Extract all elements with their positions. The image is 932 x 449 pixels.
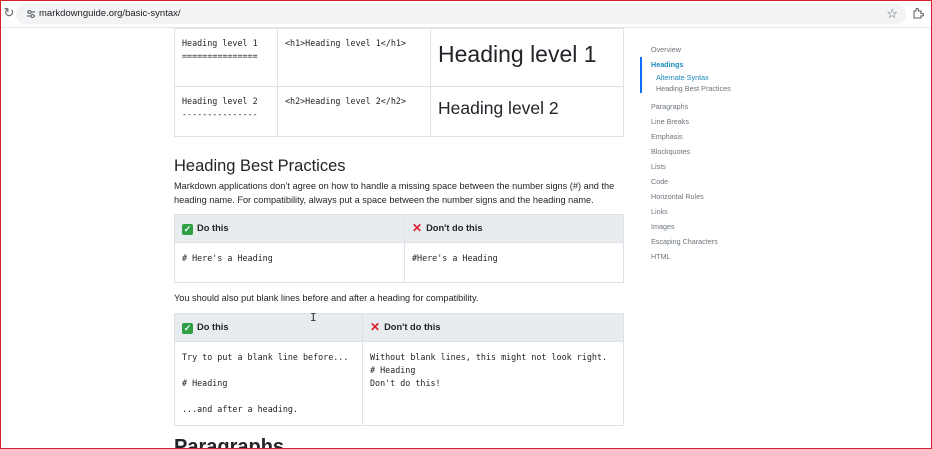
do-cell: Try to put a blank line before... # Head… <box>174 341 363 426</box>
toc-item-heading-best-practices[interactable]: Heading Best Practices <box>656 84 731 93</box>
toc-item-code[interactable]: Code <box>651 177 668 186</box>
cross-mark-icon: ✕ <box>412 221 423 235</box>
html-code-line: <h1>Heading level 1</h1> <box>285 38 407 48</box>
blank-lines-paragraph: You should also put blank lines before a… <box>174 293 479 303</box>
do-code: # Here's a Heading <box>182 253 273 263</box>
dont-header: ✕ Don't do this <box>404 214 624 243</box>
heading-syntax-table: Heading level 1 =============== <h1>Head… <box>174 28 624 137</box>
toc-item-images[interactable]: Images <box>651 222 675 231</box>
dont-code-line: # Heading <box>370 365 416 375</box>
html-code-line: <h2>Heading level 2</h2> <box>285 96 407 106</box>
toc-item-horizontal-rules[interactable]: Horizontal Rules <box>651 192 704 201</box>
rendered-cell: Heading level 2 <box>430 86 624 137</box>
check-mark-icon: ✓ <box>182 223 193 235</box>
toc-item-emphasis[interactable]: Emphasis <box>651 132 683 141</box>
table-row: Heading level 2 --------------- <h2>Head… <box>174 86 624 137</box>
rendered-heading-2: Heading level 2 <box>438 98 559 118</box>
toc-item-lists[interactable]: Lists <box>651 162 666 171</box>
space-table: ✓ Do this ✕ Don't do this # Here's a Headi… <box>174 214 624 283</box>
reload-icon[interactable]: ↻ <box>2 6 16 20</box>
table-header-row: ✓ Do this ✕ Don't do this <box>174 313 624 342</box>
do-header: ✓ Do this <box>174 214 405 243</box>
toc-active-indicator <box>640 57 642 93</box>
toc-item-alternate-syntax[interactable]: Alternate Syntax <box>656 73 709 82</box>
table-row: Try to put a blank line before... # Head… <box>174 341 624 426</box>
markdown-code-line: Heading level 1 <box>182 38 258 48</box>
toc-item-overview[interactable]: Overview <box>651 45 681 54</box>
browser-toolbar: ↻ markdownguide.org/basic-syntax/ ☆ <box>0 0 932 28</box>
text-cursor-icon: I <box>310 311 317 324</box>
intro-paragraph: Markdown applications don’t agree on how… <box>174 180 624 207</box>
table-header-row: ✓ Do this ✕ Don't do this <box>174 214 624 243</box>
markdown-code-line: Heading level 2 <box>182 96 258 106</box>
intro-line: heading name. For compatibility, always … <box>174 194 594 205</box>
next-section-heading: Paragraphs <box>174 436 285 449</box>
do-code-line: Try to put a blank line before... <box>182 352 349 362</box>
blank-lines-table: ✓ Do this ✕ Don't do this Try to put a bla… <box>174 313 624 426</box>
extensions-icon[interactable] <box>912 7 924 19</box>
dont-code-line: Don't do this! <box>370 378 441 388</box>
check-mark-icon: ✓ <box>182 322 193 334</box>
do-code-line: # Heading <box>182 378 228 388</box>
bookmark-star-icon[interactable]: ☆ <box>886 6 898 22</box>
do-cell: # Here's a Heading <box>174 242 405 283</box>
dont-label: Don't do this <box>384 322 441 332</box>
dont-code: #Here's a Heading <box>412 253 498 263</box>
html-cell: <h2>Heading level 2</h2> <box>277 86 431 137</box>
rendered-heading-1: Heading level 1 <box>438 41 597 67</box>
toc-item-blockquotes[interactable]: Blockquotes <box>651 147 690 156</box>
table-row: Heading level 1 =============== <h1>Head… <box>174 28 624 87</box>
do-label: Do this <box>197 321 229 332</box>
toc-item-html[interactable]: HTML <box>651 252 671 261</box>
dont-cell: Without blank lines, this might not look… <box>362 341 624 426</box>
url-text[interactable]: markdownguide.org/basic-syntax/ <box>39 7 181 21</box>
do-code-line: ...and after a heading. <box>182 404 298 414</box>
cross-mark-icon: ✕ <box>370 320 381 334</box>
site-info-icon[interactable] <box>26 9 36 19</box>
dont-label: Don't do this <box>426 223 483 233</box>
toc-item-paragraphs[interactable]: Paragraphs <box>651 102 688 111</box>
toc-item-escaping-characters[interactable]: Escaping Characters <box>651 237 718 246</box>
markdown-cell: Heading level 2 --------------- <box>174 86 278 137</box>
markdown-cell: Heading level 1 =============== <box>174 28 278 87</box>
section-heading: Heading Best Practices <box>174 157 346 175</box>
toc-item-line-breaks[interactable]: Line Breaks <box>651 117 689 126</box>
html-cell: <h1>Heading level 1</h1> <box>277 28 431 87</box>
markdown-code-line: =============== <box>182 51 258 61</box>
toc-item-headings[interactable]: Headings <box>651 60 683 69</box>
rendered-cell: Heading level 1 <box>430 28 624 87</box>
dont-header: ✕ Don't do this <box>362 313 624 342</box>
dont-code-line: Without blank lines, this might not look… <box>370 352 607 362</box>
do-label: Do this <box>197 222 229 233</box>
markdown-code-line: --------------- <box>182 109 258 119</box>
do-code-line <box>182 390 355 403</box>
toc-item-links[interactable]: Links <box>651 207 668 216</box>
do-code-line <box>182 364 355 377</box>
table-row: # Here's a Heading #Here's a Heading <box>174 242 624 283</box>
intro-line: Markdown applications don’t agree on how… <box>174 181 615 191</box>
dont-cell: #Here's a Heading <box>404 242 624 283</box>
do-header: ✓ Do this <box>174 313 363 342</box>
address-bar[interactable]: markdownguide.org/basic-syntax/ ☆ <box>16 4 906 24</box>
